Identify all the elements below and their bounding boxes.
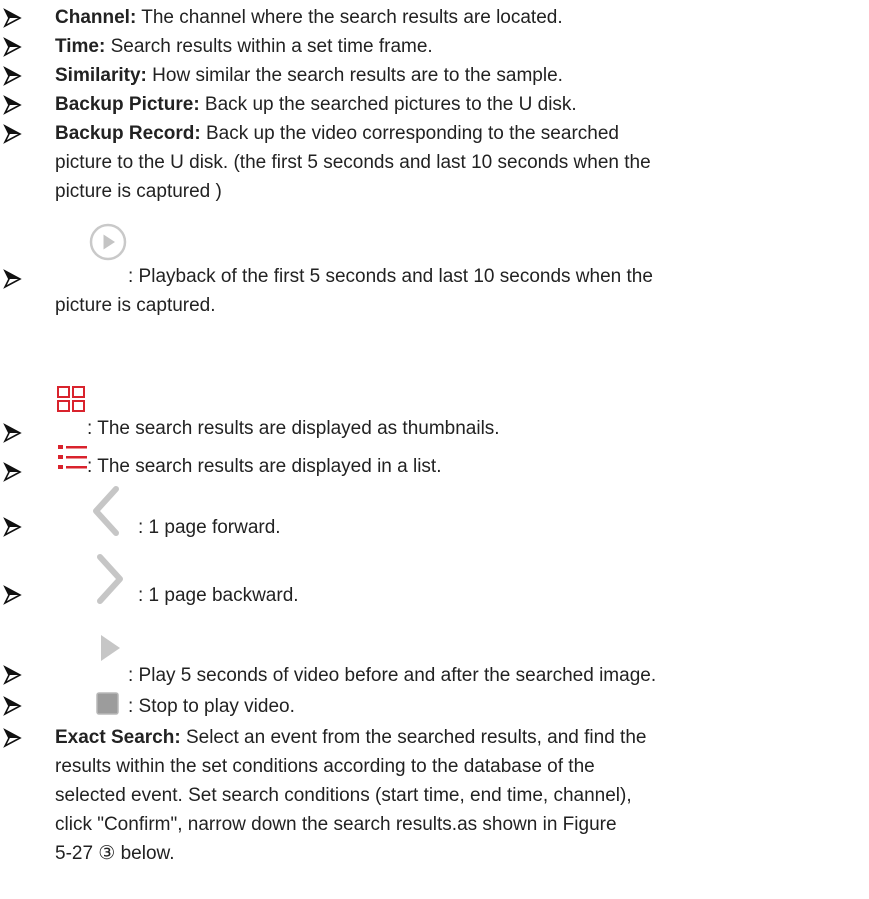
- desc-exact-search-line3: selected event. Set search conditions (s…: [55, 785, 632, 806]
- bullet-item-backup-record: Backup Record: Back up the video corresp…: [0, 119, 869, 206]
- arrow-bullet-icon: [2, 269, 22, 289]
- thumbnail-grid-icon: [57, 386, 85, 412]
- arrow-bullet-icon: [2, 66, 22, 86]
- bullet-item-channel: Channel: The channel where the search re…: [0, 3, 869, 32]
- desc-playback-circle-line2: picture is captured.: [55, 295, 216, 316]
- arrow-bullet-icon: [2, 585, 22, 605]
- term-exact-search: Exact Search:: [55, 727, 181, 748]
- arrow-bullet-icon: [2, 517, 22, 537]
- list-view-icon: [58, 445, 87, 469]
- desc-channel: The channel where the search results are…: [136, 7, 563, 28]
- bullet-item-page-forward: : 1 page forward.: [0, 485, 869, 545]
- chevron-left-icon: [93, 486, 119, 536]
- arrow-bullet-icon: [2, 423, 22, 443]
- desc-play: : Play 5 seconds of video before and aft…: [128, 665, 657, 686]
- bullet-item-backup-picture: Backup Picture: Back up the searched pic…: [0, 90, 869, 119]
- desc-time: Search results within a set time frame.: [105, 36, 433, 57]
- term-similarity: Similarity:: [55, 65, 147, 86]
- arrow-bullet-icon: [2, 124, 22, 144]
- term-time: Time:: [55, 36, 106, 57]
- arrow-bullet-icon: [2, 37, 22, 57]
- bullet-item-page-backward: : 1 page backward.: [0, 553, 869, 613]
- desc-stop: : Stop to play video.: [128, 696, 295, 717]
- arrow-bullet-icon: [2, 696, 22, 716]
- arrow-bullet-icon: [2, 665, 22, 685]
- desc-backup-record: Back up the video corresponding to the s…: [200, 123, 619, 144]
- arrow-bullet-icon: [2, 462, 22, 482]
- desc-backup-record-line3: picture is captured ): [55, 181, 222, 202]
- desc-playback-circle: : Playback of the first 5 seconds and la…: [128, 266, 653, 287]
- bullet-item-exact-search: Exact Search: Select an event from the s…: [0, 723, 869, 873]
- desc-exact-search-line4: click "Confirm", narrow down the search …: [55, 814, 617, 835]
- bullet-item-time: Time: Search results within a set time f…: [0, 32, 869, 61]
- arrow-bullet-icon: [2, 728, 22, 748]
- play-triangle-icon: [101, 635, 120, 661]
- term-backup-record: Backup Record:: [55, 123, 201, 144]
- bullet-item-similarity: Similarity: How similar the search resul…: [0, 61, 869, 90]
- term-channel: Channel:: [55, 7, 137, 28]
- desc-exact-search: Select an event from the searched result…: [180, 727, 647, 748]
- bullet-item-thumbnails: : The search results are displayed as th…: [0, 386, 869, 439]
- desc-page-forward: : 1 page forward.: [138, 517, 281, 538]
- desc-page-backward: : 1 page backward.: [138, 585, 299, 606]
- term-backup-picture: Backup Picture:: [55, 94, 200, 115]
- play-circle-icon: [89, 223, 127, 261]
- bullet-item-playback-circle: : Playback of the first 5 seconds and la…: [0, 222, 869, 316]
- bullet-item-list: : The search results are displayed in a …: [0, 445, 869, 482]
- desc-thumbnails: : The search results are displayed as th…: [87, 418, 500, 439]
- desc-list: : The search results are displayed in a …: [87, 456, 442, 477]
- desc-backup-picture: Back up the searched pictures to the U d…: [199, 94, 577, 115]
- desc-exact-search-line5: 5-27 ③ below.: [55, 843, 175, 864]
- bullet-item-play: : Play 5 seconds of video before and aft…: [0, 633, 869, 686]
- desc-similarity: How similar the search results are to th…: [146, 65, 563, 86]
- arrow-bullet-icon: [2, 8, 22, 28]
- stop-square-icon: [96, 692, 119, 715]
- arrow-bullet-icon: [2, 95, 22, 115]
- chevron-right-icon: [97, 554, 123, 604]
- bullet-item-stop: : Stop to play video.: [0, 692, 869, 722]
- desc-backup-record-line2: picture to the U disk. (the first 5 seco…: [55, 152, 651, 173]
- desc-exact-search-line2: results within the set conditions accord…: [55, 756, 595, 777]
